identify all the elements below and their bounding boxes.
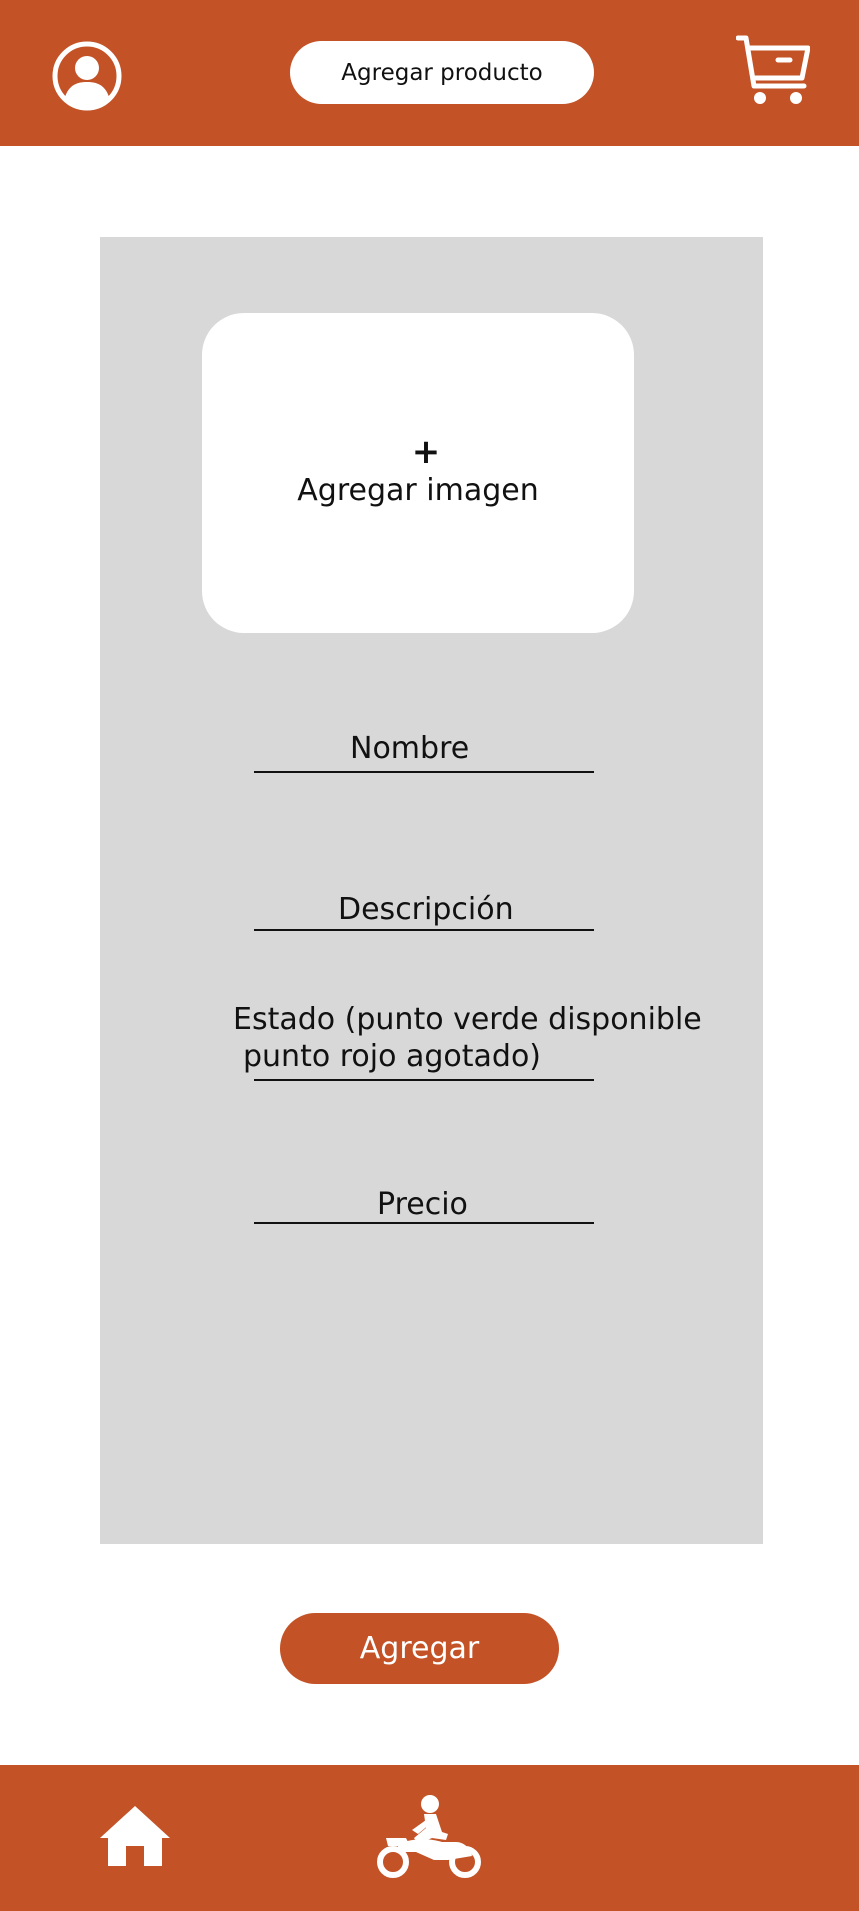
price-field-underline[interactable] [254,1222,594,1224]
price-field-label[interactable]: Precio [377,1186,468,1224]
status-field-label-line1[interactable]: Estado (punto verde disponible [233,1001,702,1039]
add-image-label: Agregar imagen [297,473,539,508]
name-field-underline[interactable] [254,771,594,773]
description-field-underline[interactable] [254,929,594,931]
home-icon[interactable] [100,1804,170,1868]
page-title: Agregar producto [290,41,594,104]
user-circle-icon[interactable] [51,40,123,112]
add-image-button[interactable]: + Agregar imagen [202,313,634,633]
name-field-label[interactable]: Nombre [350,730,469,768]
status-field-underline[interactable] [254,1079,594,1081]
description-field-label[interactable]: Descripción [338,891,514,929]
status-field-label-line2[interactable]: punto rojo agotado) [243,1038,541,1076]
bottom-nav [0,1765,859,1911]
motorcycle-icon[interactable] [376,1794,482,1882]
top-bar: Agregar producto [0,0,859,146]
plus-icon: + [411,432,441,472]
shopping-cart-icon[interactable] [736,34,810,106]
add-product-button[interactable]: Agregar [280,1613,559,1684]
